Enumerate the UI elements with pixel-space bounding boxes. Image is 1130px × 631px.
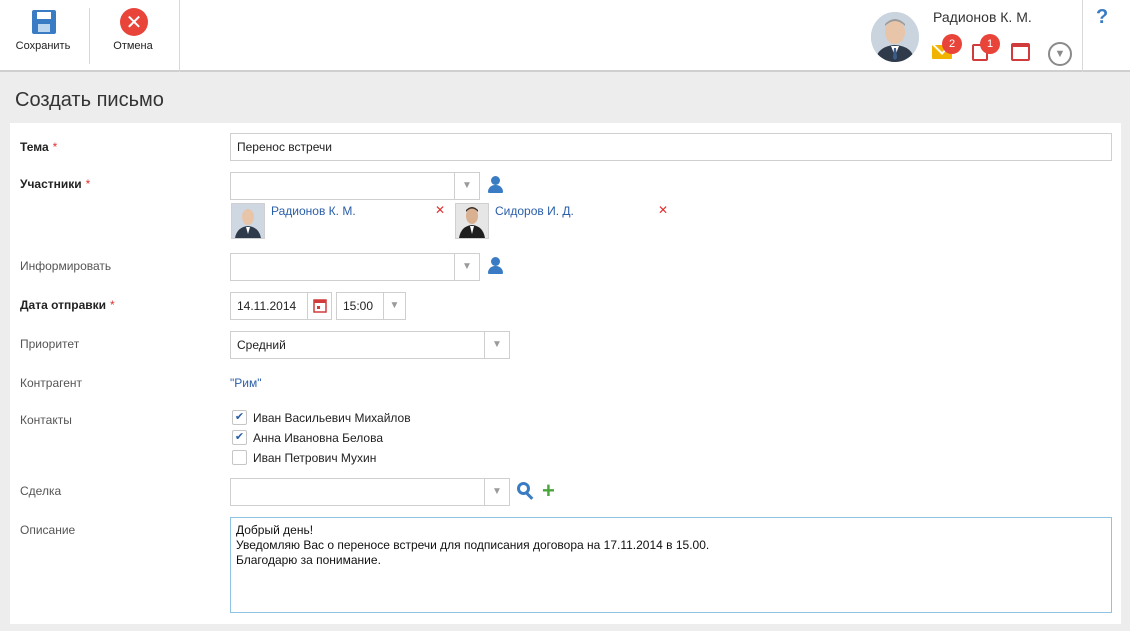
description-line: Благодарю за понимание.: [236, 553, 381, 567]
mail-notifications[interactable]: 2: [932, 34, 962, 66]
person-icon[interactable]: [487, 257, 504, 274]
calendar-icon: [1011, 43, 1030, 61]
priority-label: Приоритет: [20, 337, 80, 351]
search-icon[interactable]: [517, 482, 535, 500]
chevron-down-circle-icon[interactable]: ▼: [1048, 42, 1072, 66]
contact-checkbox[interactable]: [232, 450, 247, 465]
participant-name-link[interactable]: Радионов К. М.: [271, 204, 356, 218]
remove-participant-icon[interactable]: ✕: [435, 203, 445, 217]
chevron-down-icon[interactable]: ▼: [454, 254, 479, 280]
avatar-photo: [871, 12, 919, 62]
participants-label: Участники *: [20, 177, 91, 191]
send-time-select[interactable]: 15:00 ▼: [336, 292, 406, 320]
send-date-input[interactable]: 14.11.2014: [230, 292, 332, 320]
calendar-button[interactable]: [1009, 38, 1037, 66]
priority-select[interactable]: Средний ▼: [230, 331, 510, 359]
page-title: Создать письмо: [15, 89, 164, 111]
counterparty-label: Контрагент: [20, 376, 83, 390]
contact-name: Иван Петрович Мухин: [253, 451, 377, 465]
participant-avatar: [231, 203, 265, 239]
description-line: Уведомляю Вас о переносе встречи для под…: [236, 538, 710, 552]
save-button-label: Сохранить: [15, 40, 71, 52]
plus-icon[interactable]: +: [542, 480, 555, 502]
chevron-down-icon[interactable]: ▼: [454, 173, 479, 199]
contact-checkbox[interactable]: ✔: [232, 430, 247, 445]
floppy-disk-icon: [32, 10, 56, 34]
description-line: Добрый день!: [236, 523, 314, 537]
participant-name-link[interactable]: Сидоров И. Д.: [495, 204, 574, 218]
contacts-label: Контакты: [20, 413, 72, 427]
participant-item: Сидоров И. Д. ✕: [455, 203, 675, 239]
user-name[interactable]: Радионов К. М.: [933, 9, 1032, 25]
participant-photo: [456, 204, 488, 238]
save-button[interactable]: Сохранить: [5, 0, 81, 64]
send-date-value: 14.11.2014: [237, 299, 297, 313]
deal-label: Сделка: [20, 484, 62, 498]
send-time-value: 15:00: [343, 299, 374, 313]
cancel-button[interactable]: ✕ Отмена: [95, 0, 171, 64]
toolbar-divider: [89, 8, 90, 64]
chevron-down-icon[interactable]: ▼: [484, 479, 509, 505]
participant-avatar: [455, 203, 489, 239]
task-notifications[interactable]: 1: [970, 34, 1000, 66]
description-label: Описание: [20, 523, 76, 537]
counterparty-link[interactable]: "Рим": [230, 376, 261, 390]
participants-select[interactable]: ▼: [230, 172, 480, 200]
user-avatar[interactable]: [871, 12, 919, 62]
cancel-button-label: Отмена: [113, 40, 153, 52]
tasks-count-badge: 1: [980, 34, 1000, 54]
priority-value: Средний: [237, 338, 286, 352]
chevron-down-icon[interactable]: ▼: [484, 332, 509, 358]
participant-photo: [232, 204, 264, 238]
chevron-down-icon[interactable]: ▼: [383, 293, 405, 319]
calendar-icon: [312, 299, 327, 313]
contact-checkbox[interactable]: ✔: [232, 410, 247, 425]
help-button[interactable]: ?: [1096, 6, 1108, 29]
top-toolbar: Сохранить ✕ Отмена Радионов К. М. 2 1 ▼ …: [0, 0, 1130, 72]
inform-select[interactable]: ▼: [230, 253, 480, 281]
contact-name: Анна Ивановна Белова: [253, 431, 383, 445]
toolbar-divider: [179, 0, 180, 72]
calendar-picker-button[interactable]: [307, 293, 331, 319]
send-date-label: Дата отправки *: [20, 298, 115, 312]
deal-select[interactable]: ▼: [230, 478, 510, 506]
contact-name: Иван Васильевич Михайлов: [253, 411, 411, 425]
subject-input[interactable]: Перенос встречи: [230, 133, 1112, 161]
subject-label: Тема *: [20, 140, 58, 154]
person-icon[interactable]: [487, 176, 504, 193]
description-textarea[interactable]: Добрый день! Уведомляю Вас о переносе вс…: [230, 517, 1112, 613]
mail-count-badge: 2: [942, 34, 962, 54]
toolbar-divider: [1082, 0, 1083, 72]
inform-label: Информировать: [20, 259, 112, 273]
participant-item: Радионов К. М. ✕: [231, 203, 451, 239]
close-circle-icon: ✕: [120, 8, 148, 36]
remove-participant-icon[interactable]: ✕: [658, 203, 668, 217]
